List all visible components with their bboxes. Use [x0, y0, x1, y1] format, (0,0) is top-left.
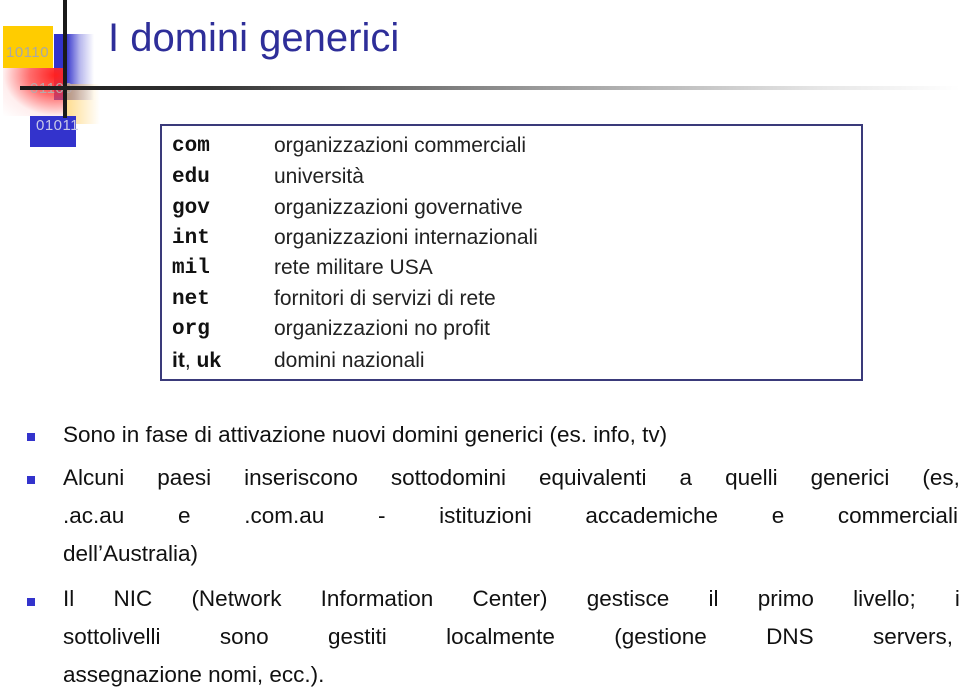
tld-row: net fornitori di servizi di rete	[172, 284, 496, 314]
tld-row: com organizzazioni commerciali	[172, 131, 526, 161]
word: DNS	[766, 624, 814, 649]
tld-description: organizzazioni no profit	[274, 317, 490, 340]
word: livello;	[853, 586, 916, 611]
bullet-marker	[27, 598, 35, 606]
word: sono	[219, 624, 269, 649]
tld-code-uk: uk	[196, 348, 222, 372]
word: istituzioni	[439, 503, 532, 528]
tld-code: it, uk	[172, 349, 274, 374]
paragraph-line: dell’Australia)	[63, 541, 199, 566]
word: Il	[63, 586, 75, 611]
tld-code: com	[172, 134, 210, 158]
tld-code: mil	[172, 256, 210, 280]
word: generici	[810, 465, 890, 490]
word: primo	[757, 586, 814, 611]
word: paesi	[157, 465, 212, 490]
word: Alcuni	[63, 465, 125, 490]
word: il	[708, 586, 719, 611]
paragraph-line: assegnazione nomi, ecc.).	[63, 662, 325, 687]
tld-row: int organizzazioni internazionali	[172, 223, 538, 253]
tld-description: organizzazioni internazionali	[274, 226, 538, 249]
tld-row: it, uk domini nazionali	[172, 346, 425, 376]
bullet-paragraph-2: Alcuni paesi inseriscono sottodomini equival…	[63, 459, 960, 573]
tld-row: edu università	[172, 162, 364, 192]
paragraph-line: Alcuni paesi inseriscono sottodomini equival…	[63, 459, 960, 497]
word: Center)	[472, 586, 548, 611]
word: (es,	[922, 465, 960, 490]
title-underline-rule	[20, 86, 960, 90]
word: sottodomini	[390, 465, 506, 490]
word: equivalenti	[538, 465, 647, 490]
word: accademiche	[585, 503, 718, 528]
word: gestiti	[328, 624, 387, 649]
word: e	[178, 503, 191, 528]
logo-binary-3: 01011	[36, 117, 80, 134]
word: e	[771, 503, 785, 528]
word: commerciali	[837, 503, 958, 528]
tld-code-it: it	[172, 348, 185, 372]
tld-description: organizzazioni commerciali	[274, 134, 527, 157]
tld-row: mil rete militare USA	[172, 253, 433, 283]
word: i	[954, 586, 960, 611]
word: inseriscono	[244, 465, 358, 490]
tld-row: gov organizzazioni governative	[172, 193, 523, 223]
bullet-paragraph-3: Il NIC (Network Information Center) gestisce i…	[63, 580, 960, 694]
paragraph-line: sottolivelli sono gestiti localmente (gestio…	[63, 618, 953, 656]
tld-code: int	[172, 226, 210, 250]
tld-code: org	[172, 317, 210, 341]
tld-description: domini nazionali	[274, 349, 425, 372]
tld-description: rete militare USA	[274, 256, 433, 279]
word: Information	[320, 586, 434, 611]
bullet-paragraph-1: Sono in fase di attivazione nuovi domini…	[63, 416, 667, 454]
word: .ac.au	[63, 503, 125, 528]
tld-code-separator: ,	[184, 348, 197, 372]
tld-code: edu	[172, 165, 210, 189]
logo-vertical-rule	[63, 0, 67, 118]
tld-code: net	[172, 287, 210, 311]
word: gestisce	[586, 586, 670, 611]
tld-table: com organizzazioni commerciali edu unive…	[160, 124, 863, 381]
word: localmente	[446, 624, 555, 649]
word: .com.au	[244, 503, 325, 528]
word: -	[377, 503, 386, 528]
tld-row: org organizzazioni no profit	[172, 314, 490, 344]
paragraph-line: Sono in fase di attivazione nuovi domini…	[63, 422, 668, 447]
bullet-marker	[27, 433, 35, 441]
tld-description: università	[274, 165, 364, 188]
word: NIC	[113, 586, 153, 611]
word: quelli	[725, 465, 778, 490]
tld-description: fornitori di servizi di rete	[274, 287, 496, 310]
word: servers,	[872, 624, 953, 649]
word: a	[679, 465, 693, 490]
paragraph-line: .ac.au e .com.au - istituzioni accademiche e co…	[63, 497, 958, 535]
word: (gestione	[614, 624, 707, 649]
tld-code: gov	[172, 196, 210, 220]
tld-description: organizzazioni governative	[274, 196, 523, 219]
logo-binary-1: 10110	[6, 44, 50, 61]
bullet-marker	[27, 476, 35, 484]
paragraph-line: Il NIC (Network Information Center) gestisce i…	[63, 580, 960, 618]
slide-title: I domini generici	[108, 16, 400, 60]
word: sottolivelli	[63, 624, 161, 649]
word: (Network	[191, 586, 282, 611]
